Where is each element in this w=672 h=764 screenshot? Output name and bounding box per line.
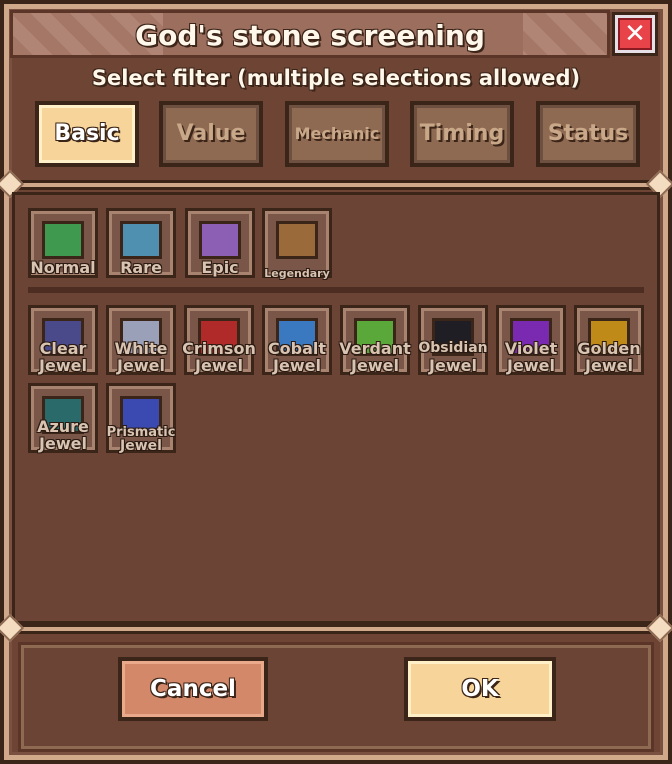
footer-panel — [18, 642, 654, 752]
tab-mechanic[interactable]: Mechanic — [285, 101, 389, 167]
filter-label-line1: Golden — [577, 339, 641, 358]
tab-basic[interactable]: Basic — [35, 101, 139, 167]
filter-label-line1: Clear — [39, 339, 87, 358]
filter-verdant-jewel[interactable]: Verdant Jewel — [339, 305, 411, 375]
filter-label-line2: Jewel — [429, 356, 477, 375]
filter-label-line2: Jewel — [39, 356, 87, 375]
epic-swatch-icon — [199, 221, 241, 259]
filter-label-line1: Azure — [37, 417, 89, 436]
tab-value[interactable]: Value — [159, 101, 263, 167]
filter-label: Normal — [30, 258, 96, 277]
filter-obsidian-jewel[interactable]: Obsidian Jewel — [418, 305, 488, 375]
filter-label-line2: Jewel — [585, 356, 633, 375]
filter-label-line2: Jewel — [120, 438, 162, 454]
filter-label-line1: Violet — [504, 339, 558, 358]
filter-label-line2: Jewel — [273, 356, 321, 375]
dialog-title: God's stone screening — [135, 19, 485, 52]
filter-label-line2: Jewel — [195, 356, 243, 375]
ok-button[interactable]: OK — [404, 657, 556, 721]
filter-normal[interactable]: Normal — [28, 208, 98, 278]
tab-status[interactable]: Status — [536, 101, 640, 167]
cancel-button[interactable]: Cancel — [118, 657, 268, 721]
title-bar: God's stone screening — [10, 10, 610, 58]
close-icon: ✕ — [618, 18, 652, 50]
normal-swatch-icon — [42, 221, 84, 259]
filter-label: Legendary — [264, 267, 330, 280]
filter-golden-jewel[interactable]: Golden Jewel — [574, 305, 644, 375]
legendary-swatch-icon — [276, 221, 318, 259]
filter-label-line1: Obsidian — [418, 340, 488, 356]
filter-label: Epic — [201, 258, 239, 277]
filter-label-line1: White — [114, 339, 168, 358]
filter-label-line2: Jewel — [351, 356, 399, 375]
filter-white-jewel[interactable]: White Jewel — [106, 305, 176, 375]
filter-violet-jewel[interactable]: Violet Jewel — [496, 305, 566, 375]
footer-divider — [10, 624, 662, 634]
header-divider — [10, 180, 662, 190]
filter-label-line2: Jewel — [39, 434, 87, 453]
filter-label-line1: Verdant — [339, 339, 411, 358]
filter-legendary[interactable]: Legendary — [262, 208, 332, 280]
filter-label-line1: Crimson — [182, 339, 256, 358]
filter-crimson-jewel[interactable]: Crimson Jewel — [182, 305, 256, 375]
tab-timing[interactable]: Timing — [410, 101, 514, 167]
filter-azure-jewel[interactable]: Azure Jewel — [28, 383, 98, 453]
filter-prismatic-jewel[interactable]: Prismatic Jewel — [106, 383, 176, 454]
filter-rare[interactable]: Rare — [106, 208, 176, 278]
filter-label-line1: Cobalt — [267, 339, 327, 358]
filter-cobalt-jewel[interactable]: Cobalt Jewel — [262, 305, 332, 375]
filter-label: Rare — [120, 258, 162, 277]
close-button[interactable]: ✕ — [612, 12, 658, 56]
filter-label-line2: Jewel — [507, 356, 555, 375]
filter-clear-jewel[interactable]: Clear Jewel — [28, 305, 98, 375]
rare-swatch-icon — [120, 221, 162, 259]
filter-instructions: Select filter (multiple selections allow… — [91, 66, 581, 90]
filter-epic[interactable]: Epic — [185, 208, 255, 278]
section-separator — [28, 287, 644, 293]
filter-label-line2: Jewel — [117, 356, 165, 375]
